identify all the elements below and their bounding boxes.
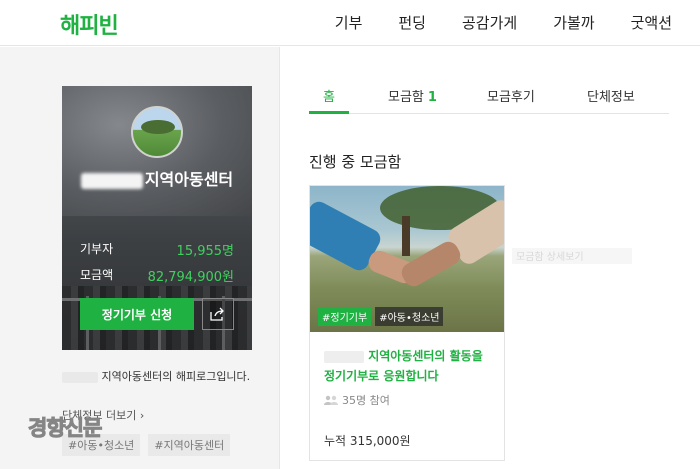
share-icon bbox=[210, 307, 224, 321]
active-tab-indicator bbox=[309, 111, 349, 114]
org-tabs: 홈 모금함 1 모금후기 단체정보 bbox=[309, 78, 669, 114]
share-button[interactable] bbox=[202, 298, 234, 330]
org-name: 지역아동센터 bbox=[62, 170, 252, 190]
amount-raised-row: 모금액 82,794,900원 bbox=[80, 268, 234, 285]
happybean-logo[interactable]: 해피빈 bbox=[60, 8, 119, 40]
nav-funding[interactable]: 펀딩 bbox=[398, 12, 426, 33]
org-profile-card: 지역아동센터 기부자 15,955명 모금액 82,794,900원 정기기부 … bbox=[62, 86, 252, 350]
nav-donate[interactable]: 기부 bbox=[335, 12, 363, 33]
org-intro: 지역아동센터의 해피로그입니다. bbox=[62, 368, 252, 385]
tab-fundraising[interactable]: 모금함 1 bbox=[388, 86, 437, 105]
campaign-card[interactable]: #정기기부 #아동•청소년 지역아동센터의 활동을 정기기부로 응원합니다 35… bbox=[309, 185, 505, 461]
participant-count: 35명 참여 bbox=[324, 392, 390, 408]
section-title: 진행 중 모금함 bbox=[309, 153, 402, 171]
badge-regular: #정기기부 bbox=[318, 307, 372, 326]
nav-good-action[interactable]: 굿액션 bbox=[631, 12, 672, 33]
top-header: 해피빈 기부 펀딩 공감가게 가볼까 굿액션 bbox=[0, 0, 700, 46]
regular-donation-button[interactable]: 정기기부 신청 bbox=[80, 298, 194, 330]
people-icon bbox=[324, 395, 338, 405]
faded-label: 모금함 상세보기 bbox=[512, 248, 632, 264]
nav-visit[interactable]: 가볼까 bbox=[553, 12, 594, 33]
org-avatar[interactable] bbox=[131, 106, 183, 158]
donor-count-row: 기부자 15,955명 bbox=[80, 242, 234, 259]
campaign-badges: #정기기부 #아동•청소년 bbox=[318, 307, 447, 326]
tag-center[interactable]: #지역아동센터 bbox=[148, 434, 231, 456]
global-nav: 기부 펀딩 공감가게 가볼까 굿액션 bbox=[299, 12, 672, 33]
badge-category: #아동•청소년 bbox=[375, 307, 444, 326]
total-raised: 누적 315,000원 bbox=[324, 434, 411, 448]
redacted-name bbox=[62, 371, 98, 383]
campaign-title[interactable]: 지역아동센터의 활동을 정기기부로 응원합니다 bbox=[324, 346, 496, 386]
tab-home[interactable]: 홈 bbox=[323, 86, 335, 105]
tab-reviews[interactable]: 모금후기 bbox=[487, 86, 535, 105]
redacted-name bbox=[324, 350, 364, 363]
campaign-image[interactable]: #정기기부 #아동•청소년 bbox=[310, 186, 504, 332]
nav-store[interactable]: 공감가게 bbox=[462, 12, 517, 33]
tab-org-info[interactable]: 단체정보 bbox=[587, 86, 635, 105]
newspaper-watermark: 경향신문 bbox=[27, 416, 102, 441]
redacted-name bbox=[80, 172, 143, 189]
